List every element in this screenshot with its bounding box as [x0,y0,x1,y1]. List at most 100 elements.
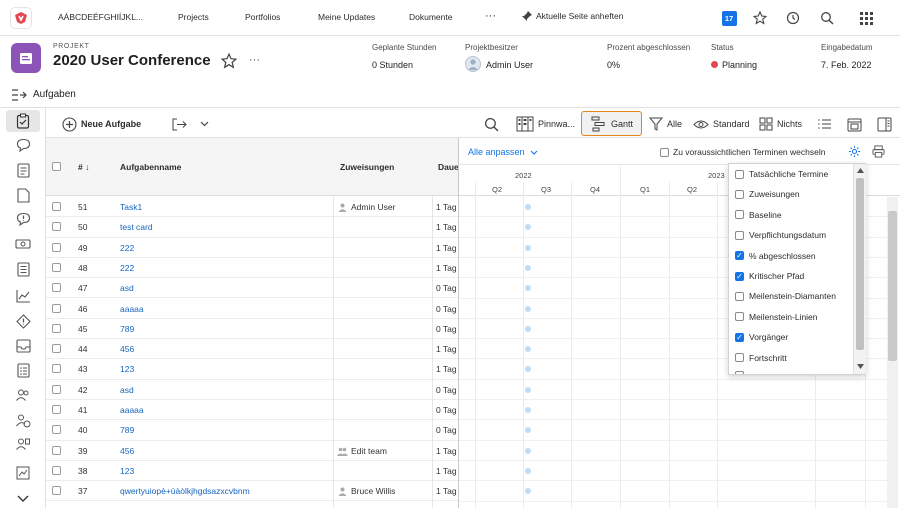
task-name-link[interactable]: test card [120,222,153,232]
nav-documents[interactable]: Dokumente [409,12,452,22]
rail-approvals[interactable] [14,337,32,355]
rail-team[interactable] [14,386,32,404]
option-checkbox[interactable] [735,353,744,363]
table-row[interactable]: 42 asd 0 Tag [46,380,458,400]
column-header-number[interactable]: # ↓ [78,162,89,172]
row-checkbox[interactable] [52,222,61,232]
task-name-link[interactable]: asd [120,385,134,395]
option-checkbox[interactable] [735,189,744,199]
table-row[interactable]: 51 Task1 Admin User 1 Tag [46,197,458,218]
table-row[interactable]: 37 qwertyuiopè+ùàòlkjhgdsazxcvbnm Bruce Wi… [46,481,458,502]
option-checkbox[interactable] [735,210,744,220]
rail-issues[interactable] [14,210,32,228]
gantt-option[interactable]: Meilenstein-Linien [735,312,818,322]
row-checkbox[interactable] [52,344,61,354]
gantt-option[interactable]: ✓ Vorgänger [735,332,788,342]
row-checkbox[interactable] [52,364,61,374]
task-assignment[interactable]: Edit team [337,446,387,456]
gantt-option[interactable]: Meilenstein-Diamanten [735,291,836,301]
rail-analytics[interactable] [14,464,32,482]
project-title[interactable]: 2020 User Conference [53,52,211,69]
option-checkbox[interactable]: ✓ [735,251,744,261]
project-owner-value[interactable]: Admin User [486,60,533,70]
gantt-task-marker[interactable] [525,224,531,231]
task-assignment[interactable]: Bruce Willis [338,486,395,497]
row-checkbox[interactable] [52,303,61,313]
table-row[interactable]: 43 123 1 Tag [46,359,458,380]
gantt-task-marker[interactable] [525,244,531,251]
table-row[interactable]: 40 789 0 Tag [46,420,458,441]
option-checkbox[interactable] [735,169,744,179]
dropdown-scrollbar[interactable] [853,164,866,374]
gantt-option[interactable]: Fortschritt [735,353,787,363]
dropdown-scrollbar-thumb[interactable] [856,178,864,350]
rail-documents-list[interactable] [14,161,32,179]
list-options-button[interactable] [817,114,832,134]
workspace-title[interactable]: AÁBCDEÉFGHIÍJKL... [58,12,143,22]
view-selector-button[interactable]: Standard [693,114,750,134]
calendar-button[interactable]: 17 [720,9,738,27]
gantt-view-button[interactable]: Gantt [581,111,642,136]
timeline-button[interactable] [847,114,862,134]
favorite-project-button[interactable] [220,52,238,72]
row-checkbox[interactable] [52,384,61,394]
gantt-task-marker[interactable] [525,305,531,312]
rail-risks[interactable] [14,312,32,330]
row-checkbox[interactable] [52,405,61,414]
search-button[interactable] [818,9,836,27]
row-checkbox[interactable] [52,486,61,496]
gantt-task-marker[interactable] [525,467,531,474]
task-name-link[interactable]: aaaaa [120,405,144,415]
gantt-option[interactable]: Zuweisungen [735,189,800,199]
gantt-task-marker[interactable] [525,488,531,495]
task-name-link[interactable]: 456 [120,446,134,456]
rail-people[interactable] [14,435,32,453]
gantt-task-marker[interactable] [525,264,531,271]
task-name-link[interactable]: aaaaa [120,304,144,314]
task-name-link[interactable]: 222 [120,243,134,253]
grouping-button[interactable]: Nichts [759,114,802,134]
gantt-option[interactable]: ✓ Kritischer Pfad [735,271,804,281]
task-name-link[interactable]: Task1 [120,202,142,212]
gantt-task-marker[interactable] [525,427,531,434]
option-checkbox[interactable]: ✓ [735,271,744,281]
recents-button[interactable] [784,9,802,27]
row-checkbox[interactable] [52,242,61,252]
row-checkbox[interactable] [52,465,61,475]
table-row[interactable]: 45 789 0 Tag [46,319,458,340]
row-checkbox[interactable] [52,262,61,272]
rail-finance[interactable] [14,235,32,253]
table-row[interactable]: 48 222 1 Tag [46,258,458,279]
board-view-button[interactable]: Pinnwa... [516,114,575,134]
fit-all-button[interactable]: Alle anpassen [468,147,538,157]
option-checkbox[interactable] [735,291,744,301]
table-row[interactable]: 46 aaaaa 0 Tag [46,299,458,319]
favorites-button[interactable] [751,9,769,27]
gantt-option[interactable]: Verpflichtungsdatum [735,230,826,240]
panel-toggle-button[interactable] [877,114,892,134]
gantt-task-marker[interactable] [525,366,531,373]
expected-dates-checkbox[interactable] [660,147,669,157]
nav-more-button[interactable]: ··· [485,10,496,22]
status-value[interactable]: Planning [722,60,757,70]
option-checkbox[interactable] [735,312,744,322]
task-name-link[interactable]: 456 [120,344,134,354]
task-name-link[interactable]: qwertyuiopè+ùàòlkjhgdsazxcvbnm [120,486,250,496]
gantt-task-marker[interactable] [525,386,531,393]
task-name-link[interactable]: 222 [120,263,134,273]
rail-updates[interactable] [14,136,32,154]
select-all-checkbox[interactable] [52,162,61,171]
task-name-link[interactable]: 789 [120,425,134,435]
gantt-task-marker[interactable] [525,407,531,413]
expected-dates-toggle[interactable]: Zu voraussichtlichen Terminen wechseln [660,147,825,157]
gantt-option[interactable]: ✓ % abgeschlossen [735,251,816,261]
nav-my-updates[interactable]: Meine Updates [318,12,375,22]
project-more-button[interactable]: ··· [249,54,260,66]
task-name-link[interactable]: 123 [120,466,134,476]
rail-requests[interactable] [14,361,32,379]
gantt-task-marker[interactable] [525,204,531,210]
rail-documents[interactable] [14,186,32,204]
task-assignment[interactable]: Admin User [338,202,395,212]
table-row[interactable]: 50 test card 1 Tag [46,217,458,238]
column-header-assignments[interactable]: Zuweisungen [340,162,394,172]
